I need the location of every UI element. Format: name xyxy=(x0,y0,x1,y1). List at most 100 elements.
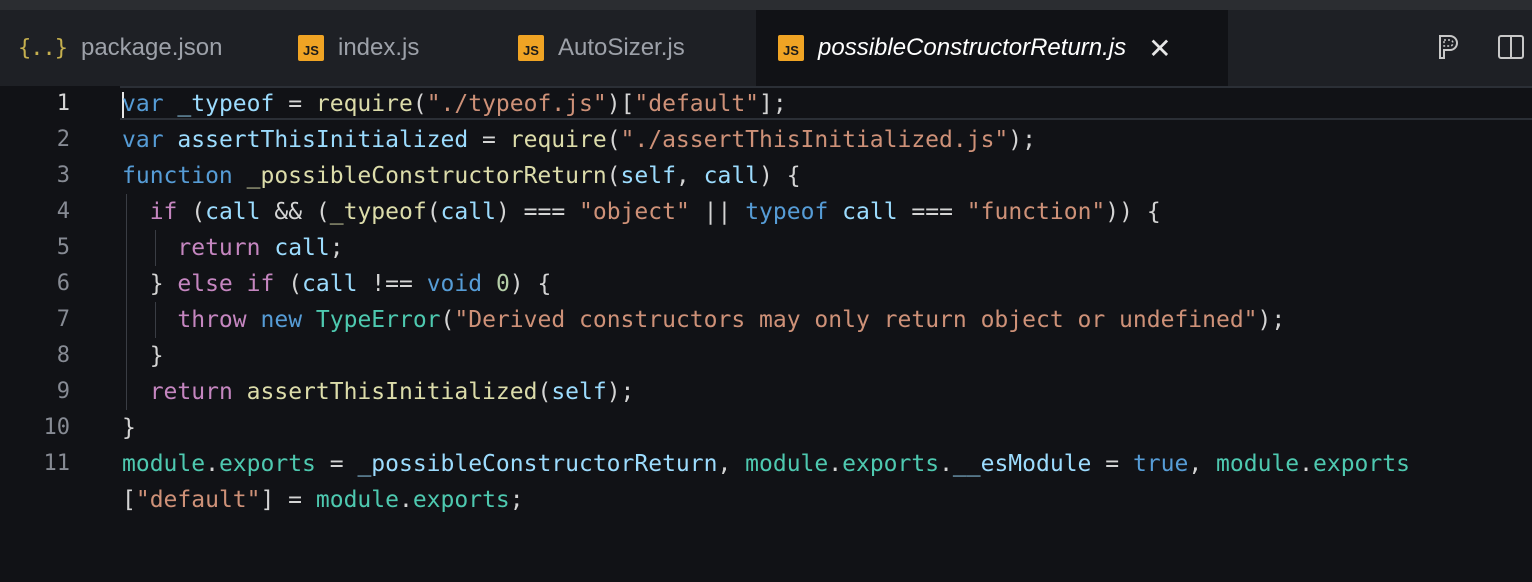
code-text[interactable]: return call; xyxy=(122,230,343,266)
code-token: ( xyxy=(412,91,427,117)
code-line: 6 } else if (call !== void 0) { xyxy=(0,266,1532,302)
line-number: 5 xyxy=(56,235,70,260)
code-token: , xyxy=(1188,451,1217,477)
tab-package-json[interactable]: {..} package.json xyxy=(0,10,270,86)
line-number: 9 xyxy=(56,379,70,404)
code-text[interactable]: ["default"] = module.exports; xyxy=(122,482,524,518)
code-text[interactable]: } xyxy=(122,338,164,374)
code-token: call xyxy=(842,199,898,225)
code-token: , xyxy=(675,163,704,189)
open-preview-icon[interactable] xyxy=(1436,32,1466,62)
code-token: "default" xyxy=(634,91,760,117)
code-token: __esModule xyxy=(952,451,1092,477)
code-token: [ xyxy=(122,487,136,513)
code-token: module xyxy=(315,487,399,513)
code-token: call xyxy=(703,163,760,189)
code-line: 11 module. exports = _possibleConstructor… xyxy=(0,446,1532,482)
code-token: return xyxy=(177,235,261,261)
code-line: 10 } xyxy=(0,410,1532,446)
code-token: ] = xyxy=(260,487,316,513)
line-number: 6 xyxy=(56,271,70,296)
code-token: call xyxy=(440,199,496,225)
code-token: = xyxy=(315,451,358,477)
code-token: ) { xyxy=(509,271,552,297)
code-token: call xyxy=(302,271,358,297)
code-token: ( xyxy=(537,379,552,405)
js-file-icon: JS xyxy=(778,35,804,61)
code-line: 2 var assertThisInitialized = require(".… xyxy=(0,122,1532,158)
code-text[interactable]: throw new TypeError("Derived constructor… xyxy=(122,302,1285,338)
code-token: _typeof xyxy=(329,199,427,225)
code-line: 4 if (call && (_typeof(call) === "object… xyxy=(0,194,1532,230)
code-token: . xyxy=(205,451,219,477)
code-token: true xyxy=(1132,451,1189,477)
code-text[interactable]: if (call && (_typeof(call) === "object" … xyxy=(122,194,1161,230)
code-token: if xyxy=(149,199,178,225)
code-token: require xyxy=(509,127,607,153)
code-token: "object" xyxy=(579,199,690,225)
code-token: _possibleConstructorReturn xyxy=(246,163,607,189)
code-token: self xyxy=(551,379,607,405)
line-number: 3 xyxy=(56,163,70,188)
code-token: ); xyxy=(1257,307,1286,333)
code-text[interactable]: var _typeof = require("./typeof.js")["de… xyxy=(122,86,787,122)
code-token: assertThisInitialized xyxy=(246,379,538,405)
tab-autosizer-js[interactable]: JS AutoSizer.js xyxy=(498,10,756,86)
close-icon[interactable]: ✕ xyxy=(1148,32,1171,65)
window-top-strip xyxy=(0,0,1532,10)
code-token: module xyxy=(1216,451,1300,477)
code-token: ); xyxy=(606,379,635,405)
code-text[interactable]: module. exports = _possibleConstructorRet… xyxy=(122,446,1410,482)
code-token: throw xyxy=(177,307,247,333)
code-token: module xyxy=(745,451,829,477)
code-token: ( xyxy=(177,199,206,225)
code-token: = xyxy=(1091,451,1133,477)
tab-label: AutoSizer.js xyxy=(558,34,685,61)
code-line: 8 } xyxy=(0,338,1532,374)
tab-index-js[interactable]: JS index.js xyxy=(270,10,498,86)
code-text[interactable]: } else if (call !== void 0) { xyxy=(122,266,552,302)
code-token: || xyxy=(689,199,746,225)
code-token: ( xyxy=(426,199,441,225)
code-token: if xyxy=(246,271,275,297)
code-token: ( xyxy=(606,163,621,189)
code-token: . xyxy=(1299,451,1313,477)
code-token: . xyxy=(398,487,413,513)
line-number: 11 xyxy=(43,451,71,476)
tab-possibleconstructorreturn-js[interactable]: JS possibleConstructorReturn.js ✕ xyxy=(756,10,1228,86)
split-editor-icon[interactable] xyxy=(1496,32,1526,62)
code-text[interactable]: var assertThisInitialized = require("./a… xyxy=(122,122,1036,158)
code-token: ) { xyxy=(759,163,801,189)
code-token: ( xyxy=(274,271,303,297)
line-number: 4 xyxy=(56,199,70,224)
code-token: assertThisInitialized xyxy=(177,127,469,153)
code-token: exports xyxy=(842,451,940,477)
code-token: function xyxy=(122,163,233,189)
code-token: call xyxy=(205,199,261,225)
code-token: return xyxy=(149,379,233,405)
code-token: "function" xyxy=(966,199,1106,225)
code-token: var xyxy=(122,91,164,117)
code-text[interactable]: } xyxy=(122,410,136,446)
code-token: && ( xyxy=(260,199,330,225)
code-text[interactable]: function _possibleConstructorReturn(self… xyxy=(122,158,801,194)
editor-tab-bar: {..} package.json JS index.js JS AutoSiz… xyxy=(0,10,1532,87)
code-token: var xyxy=(122,127,164,153)
code-text[interactable]: return assertThisInitialized(self); xyxy=(122,374,635,410)
code-line: 9 return assertThisInitialized(self); xyxy=(0,374,1532,410)
code-token: new xyxy=(260,307,303,333)
line-number: 7 xyxy=(56,307,70,332)
code-token: = xyxy=(468,127,510,153)
code-editor[interactable]: 1 var _typeof = require("./typeof.js")["… xyxy=(0,86,1532,582)
code-token: _possibleConstructorReturn xyxy=(357,451,718,477)
line-number: 2 xyxy=(56,127,70,152)
